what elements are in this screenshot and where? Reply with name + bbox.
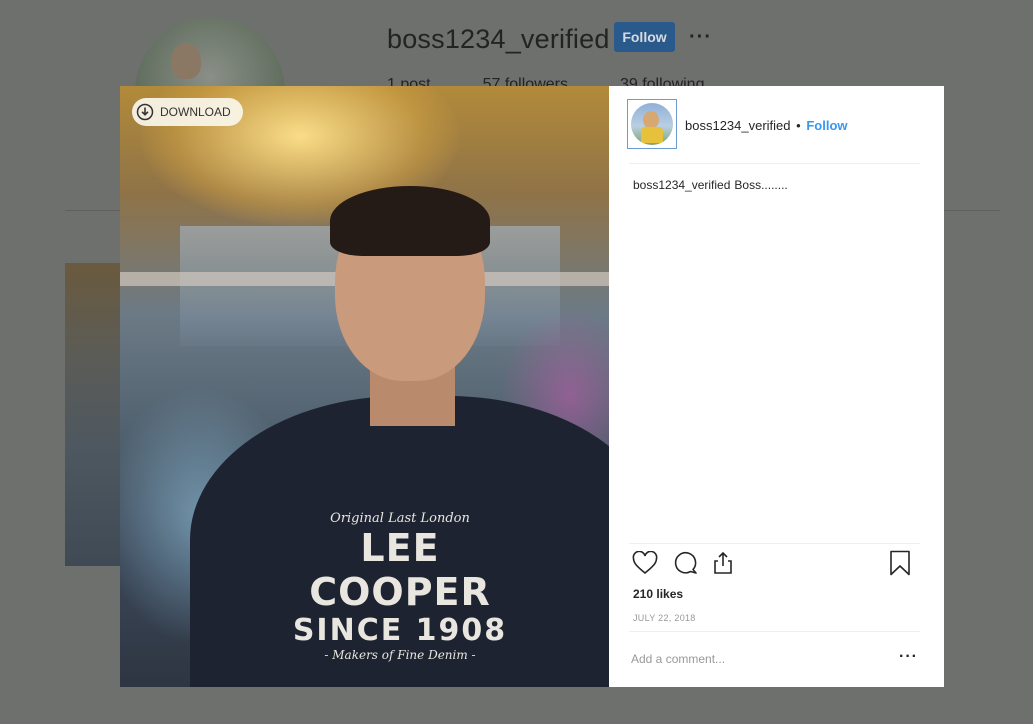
download-button[interactable]: DOWNLOAD — [132, 98, 243, 126]
header-separator: • — [796, 118, 801, 133]
save-button[interactable] — [887, 550, 913, 581]
caption-text: Boss........ — [734, 178, 788, 192]
comment-icon — [672, 550, 698, 581]
actions-divider — [629, 543, 920, 544]
share-button[interactable] — [710, 551, 736, 580]
comment-input[interactable] — [631, 648, 871, 670]
more-options-button[interactable]: ··· — [899, 649, 918, 665]
post-caption: boss1234_verified Boss........ — [633, 178, 788, 192]
profile-follow-button[interactable]: Follow — [614, 22, 675, 52]
post-author-username[interactable]: boss1234_verified — [685, 118, 791, 133]
profile-username: boss1234_verified — [387, 24, 610, 54]
caption-username[interactable]: boss1234_verified — [633, 178, 730, 192]
profile-more-button[interactable]: ··· — [689, 26, 712, 49]
shirt-print: Original Last London LEE COOPER SINCE 19… — [270, 511, 530, 662]
likes-count[interactable]: 210 likes — [633, 587, 683, 601]
post-follow-link[interactable]: Follow — [806, 118, 847, 133]
share-icon — [711, 551, 735, 580]
post-details-panel: boss1234_verified • Follow boss1234_veri… — [609, 86, 944, 687]
post-thumbnail[interactable] — [65, 263, 121, 566]
comment-divider — [629, 631, 920, 632]
heart-icon — [632, 550, 658, 580]
shirt-print-brand: LEE COOPER — [309, 526, 491, 614]
shirt-print-line2: - Makers of Fine Denim - — [324, 648, 476, 662]
like-button[interactable] — [632, 550, 658, 580]
post-header: boss1234_verified • Follow — [685, 118, 848, 133]
post-photo[interactable]: Original Last London LEE COOPER SINCE 19… — [120, 86, 609, 687]
download-icon — [136, 103, 154, 121]
post-modal: Original Last London LEE COOPER SINCE 19… — [120, 86, 944, 687]
download-label: DOWNLOAD — [160, 105, 231, 119]
comment-button[interactable] — [672, 550, 698, 581]
post-date: JULY 22, 2018 — [633, 613, 696, 623]
header-divider — [629, 163, 920, 164]
shirt-print-line1: Original Last London — [330, 511, 470, 526]
bookmark-icon — [889, 550, 911, 581]
post-author-avatar[interactable] — [627, 99, 677, 149]
shirt-print-since: SINCE 1908 — [292, 613, 508, 648]
